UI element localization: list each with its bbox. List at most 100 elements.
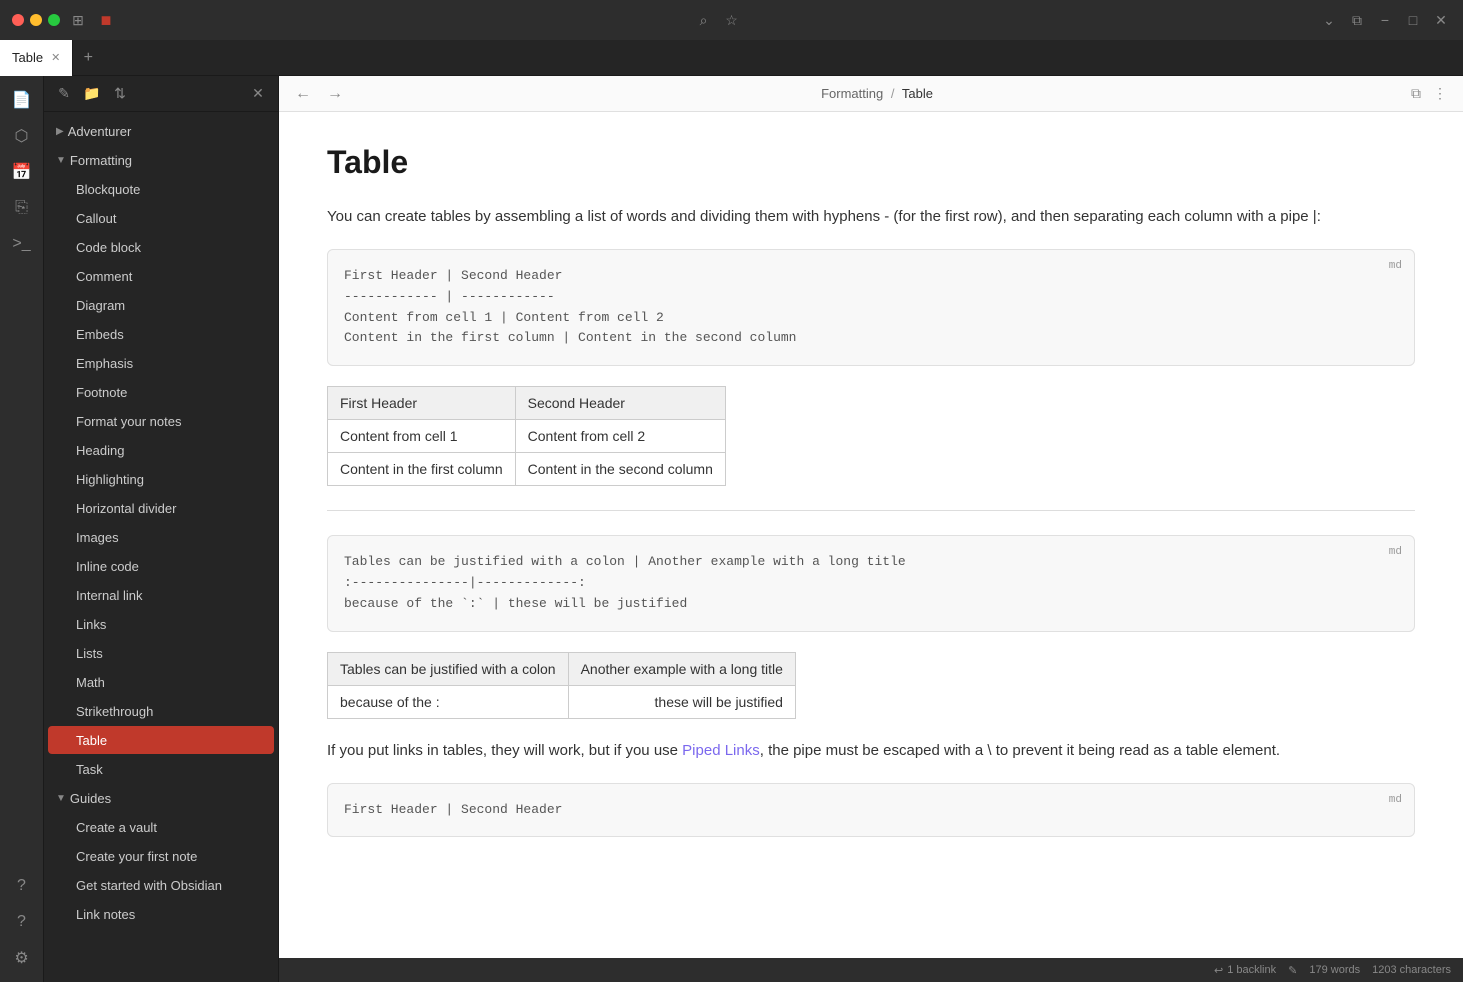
sidebar-item-lists[interactable]: Lists	[48, 639, 274, 667]
table-row: because of the : these will be justified	[328, 685, 796, 718]
pencil-icon: ✎	[1288, 964, 1297, 977]
content-nav: ← → Formatting / Table ⧉ ⋮	[279, 76, 1463, 112]
sort-icon[interactable]: ⇅	[108, 82, 132, 106]
table2-cell-1-1: because of the :	[328, 685, 569, 718]
new-tab-button[interactable]: +	[73, 40, 103, 76]
content-area: ← → Formatting / Table ⧉ ⋮ Table You can…	[279, 76, 1463, 982]
close-window-icon[interactable]: ✕	[1431, 10, 1451, 30]
sidebar-item-strikethrough[interactable]: Strikethrough	[48, 697, 274, 725]
split-editor-icon[interactable]: ⧉	[1407, 85, 1425, 102]
sidebar-item-adventurer[interactable]: ▶ Adventurer	[48, 117, 274, 145]
new-note-icon[interactable]: ✎	[52, 82, 76, 106]
sidebar-item-callout[interactable]: Callout	[48, 204, 274, 232]
sidebar-item-blockquote[interactable]: Blockquote	[48, 175, 274, 203]
files-icon[interactable]: 📄	[6, 84, 38, 116]
terminal-icon[interactable]: >_	[6, 228, 38, 260]
para2-pre: If you put links in tables, they will wo…	[327, 742, 682, 759]
split-view-icon[interactable]: ⧉	[1347, 10, 1367, 30]
table1-cell-1-2: Content from cell 2	[515, 420, 725, 453]
minimize-button[interactable]	[30, 14, 42, 26]
sidebar-toggle-icon[interactable]: ⊞	[68, 10, 88, 30]
sidebar-item-create-first-note[interactable]: Create your first note	[48, 842, 274, 870]
para2-post: , the pipe must be escaped with a \ to p…	[760, 742, 1280, 759]
close-button[interactable]	[12, 14, 24, 26]
section-divider	[327, 510, 1415, 511]
char-count: 1203 characters	[1372, 964, 1451, 976]
forward-button[interactable]: →	[323, 85, 347, 103]
sidebar-item-diagram[interactable]: Diagram	[48, 291, 274, 319]
tab-table[interactable]: Table ✕	[0, 40, 73, 76]
sidebar-item-code-block[interactable]: Code block	[48, 233, 274, 261]
calendar-icon[interactable]: 📅	[6, 156, 38, 188]
search-icon[interactable]: ⌕	[694, 10, 714, 30]
sidebar-item-images[interactable]: Images	[48, 523, 274, 551]
tabbar: Table ✕ +	[0, 40, 1463, 76]
sidebar-item-comment[interactable]: Comment	[48, 262, 274, 290]
sidebar-item-heading[interactable]: Heading	[48, 436, 274, 464]
file-tree: ▶ Adventurer ▼ Formatting Blockquote Cal…	[44, 112, 278, 933]
sidebar-item-create-vault[interactable]: Create a vault	[48, 813, 274, 841]
sidebar-item-inline-code[interactable]: Inline code	[48, 552, 274, 580]
sidebar-item-emphasis[interactable]: Emphasis	[48, 349, 274, 377]
sidebar-item-guides[interactable]: ▼ Guides	[48, 784, 274, 812]
settings-icon[interactable]: ⚙	[6, 942, 38, 974]
sidebar-item-links[interactable]: Links	[48, 610, 274, 638]
back-button[interactable]: ←	[291, 85, 315, 103]
sidebar-item-footnote[interactable]: Footnote	[48, 378, 274, 406]
main-layout: 📄 ⬡ 📅 ⎘ >_ ? ? ⚙ ✎ 📁 ⇅ ✕ ▶ Adventurer ▼	[0, 76, 1463, 982]
sidebar-item-highlighting[interactable]: Highlighting	[48, 465, 274, 493]
code-block-3: md First Header | Second Header	[327, 783, 1415, 838]
sidebar-item-internal-link[interactable]: Internal link	[48, 581, 274, 609]
sidebar-item-math[interactable]: Math	[48, 668, 274, 696]
titlebar: ⊞ ■ ⌕ ☆ ⌄ ⧉ − □ ✕	[0, 0, 1463, 40]
lang-badge-1: md	[1389, 258, 1402, 276]
breadcrumb-parent[interactable]: Formatting	[821, 86, 883, 101]
char-count-status: 1203 characters	[1372, 964, 1451, 976]
table-row: Content in the first column Content in t…	[328, 453, 726, 486]
help-icon[interactable]: ?	[6, 906, 38, 938]
activity-bar: 📄 ⬡ 📅 ⎘ >_ ? ? ⚙	[0, 76, 44, 982]
sidebar: ✎ 📁 ⇅ ✕ ▶ Adventurer ▼ Formatting Blockq…	[44, 76, 279, 982]
table2-cell-1-2: these will be justified	[568, 685, 795, 718]
piped-links-link[interactable]: Piped Links	[682, 742, 760, 759]
chevron-down-icon: ▼	[56, 155, 66, 166]
maximize-button[interactable]	[48, 14, 60, 26]
chevron-down-icon: ▼	[56, 793, 66, 804]
lang-badge-2: md	[1389, 544, 1402, 562]
new-folder-icon[interactable]: 📁	[80, 82, 104, 106]
table1-header-1: First Header	[328, 387, 516, 420]
status-bar: ↩ 1 backlink ✎ 179 words 1203 characters	[279, 958, 1463, 982]
traffic-lights	[12, 14, 60, 26]
tab-close-icon[interactable]: ✕	[51, 51, 60, 64]
graph-icon[interactable]: ⬡	[6, 120, 38, 152]
sidebar-item-table[interactable]: Table	[48, 726, 274, 754]
help-vault-icon[interactable]: ?	[6, 870, 38, 902]
code-content-2: Tables can be justified with a colon | A…	[344, 552, 1398, 614]
table2-header-2: Another example with a long title	[568, 652, 795, 685]
close-sidebar-icon[interactable]: ✕	[246, 82, 270, 106]
sidebar-item-link-notes[interactable]: Link notes	[48, 900, 274, 928]
red-icon: ■	[96, 10, 116, 30]
backlinks-status[interactable]: ↩ 1 backlink	[1214, 964, 1276, 977]
table1-header-2: Second Header	[515, 387, 725, 420]
restore-icon[interactable]: □	[1403, 10, 1423, 30]
table-1: First Header Second Header Content from …	[327, 386, 726, 486]
doc-title: Table	[327, 144, 1415, 181]
word-count-status: 179 words	[1309, 964, 1360, 976]
chevron-down-icon[interactable]: ⌄	[1319, 10, 1339, 30]
table1-cell-2-2: Content in the second column	[515, 453, 725, 486]
sidebar-item-formatting[interactable]: ▼ Formatting	[48, 146, 274, 174]
word-count: 179 words	[1309, 964, 1360, 976]
minimize-window-icon[interactable]: −	[1375, 10, 1395, 30]
sidebar-item-task[interactable]: Task	[48, 755, 274, 783]
backlink-icon: ↩	[1214, 964, 1223, 977]
folder-label: Formatting	[70, 153, 132, 168]
more-options-icon[interactable]: ⋮	[1429, 85, 1451, 102]
sidebar-item-embeds[interactable]: Embeds	[48, 320, 274, 348]
bookmark-icon[interactable]: ☆	[722, 10, 742, 30]
copy-icon[interactable]: ⎘	[6, 192, 38, 224]
sidebar-item-format-your-notes[interactable]: Format your notes	[48, 407, 274, 435]
sidebar-item-get-started[interactable]: Get started with Obsidian	[48, 871, 274, 899]
sidebar-item-horizontal-divider[interactable]: Horizontal divider	[48, 494, 274, 522]
lang-badge-3: md	[1389, 792, 1402, 810]
